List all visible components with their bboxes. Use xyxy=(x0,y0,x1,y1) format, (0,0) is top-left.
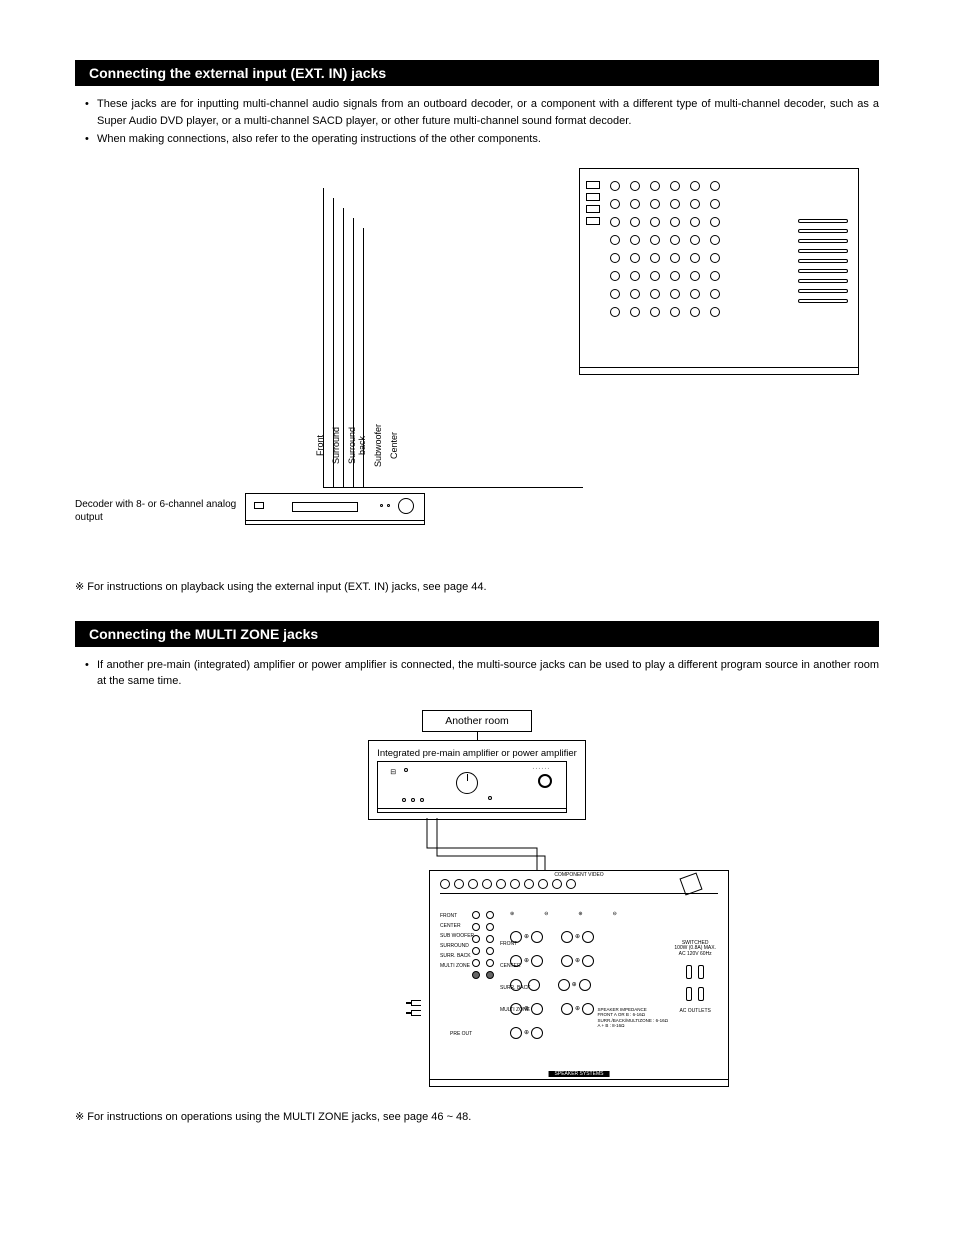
panel-label-speaker-systems: SPEAKER SYSTEMS xyxy=(549,1071,610,1077)
channel-label-subwoofer: Subwoofer xyxy=(373,418,383,473)
another-room-label: Another room xyxy=(422,710,532,732)
receiver-rear-panel xyxy=(579,168,859,368)
note-text: For instructions on playback using the e… xyxy=(87,581,486,593)
impedance-text: SPEAKER IMPEDANCE FRONT A OR B : 6-16Ω S… xyxy=(597,1007,668,1029)
channel-label-front: Front xyxy=(315,418,325,473)
channel-label-surround: Surround xyxy=(331,418,341,473)
panel-label-preout: PRE OUT xyxy=(450,1031,472,1037)
bullet-item: When making connections, also refer to t… xyxy=(85,131,879,148)
bullet-item: These jacks are for inputting multi-chan… xyxy=(85,96,879,129)
note-symbol: ※ xyxy=(75,581,84,593)
note-ext-in: ※ For instructions on playback using the… xyxy=(75,580,879,593)
ac-outlet-section: SWITCHED 100W (0.8A) MAX. AC 120V 60Hz A… xyxy=(674,941,716,1015)
channel-label-center: Center xyxy=(389,418,399,473)
note-multi-zone: ※ For instructions on operations using t… xyxy=(75,1110,879,1123)
amplifier-box: ⊟ ······ xyxy=(377,761,567,809)
bullets-multi-zone: If another pre-main (integrated) amplifi… xyxy=(75,657,879,690)
section-header-multi-zone: Connecting the MULTI ZONE jacks xyxy=(75,621,879,647)
preout-labels: FRONT CENTER SUB WOOFER SURROUND SURR. B… xyxy=(440,911,474,971)
panel-label-component-video: COMPONENT VIDEO xyxy=(554,872,603,878)
amp-caption: Integrated pre-main amplifier or power a… xyxy=(377,748,577,759)
note-symbol: ※ xyxy=(75,1111,84,1123)
decoder-caption: Decoder with 8- or 6-channel analog outp… xyxy=(75,498,245,524)
channel-label-surround-back: Surround back xyxy=(347,418,367,473)
bullet-item: If another pre-main (integrated) amplifi… xyxy=(85,657,879,690)
diagram-multi-zone: Another room Integrated pre-main amplifi… xyxy=(75,710,879,1080)
section-header-ext-in: Connecting the external input (EXT. IN) … xyxy=(75,60,879,86)
bullets-ext-in: These jacks are for inputting multi-chan… xyxy=(75,96,879,148)
note-text: For instructions on operations using the… xyxy=(87,1111,471,1123)
decoder-box xyxy=(245,493,425,521)
cable-plug-icon xyxy=(411,1010,421,1016)
receiver-rear-panel-2: COMPONENT VIDEO FRONT CENTER SUB WOOFER … xyxy=(429,870,729,1080)
cable-plug-icon xyxy=(411,1000,421,1006)
diagram-ext-in: Decoder with 8- or 6-channel analog outp… xyxy=(75,168,879,568)
